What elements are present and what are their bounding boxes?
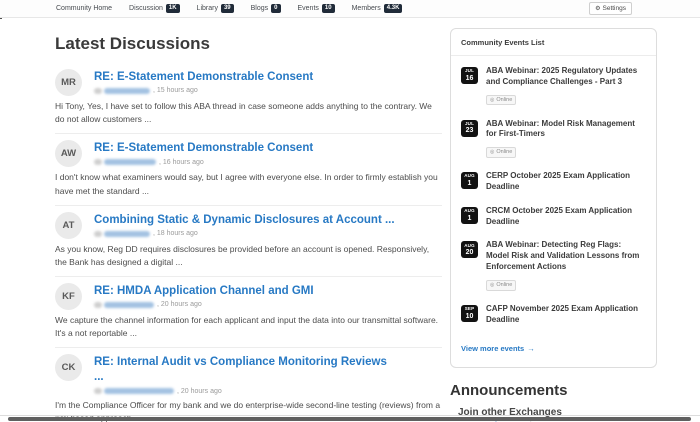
avatar[interactable]: KF bbox=[55, 283, 82, 310]
avatar[interactable]: AT bbox=[55, 212, 82, 239]
discussion-preview: I don't know what examiners would say, b… bbox=[55, 171, 442, 197]
count-badge: 4.3K bbox=[384, 4, 403, 13]
timestamp: , 20 hours ago bbox=[157, 301, 202, 308]
avatar[interactable]: CK bbox=[55, 354, 82, 381]
online-location-icon: ◎ bbox=[490, 98, 494, 103]
nav-item-discussion[interactable]: Discussion 1K bbox=[129, 4, 180, 13]
discussion-title-link[interactable]: Combining Static & Dynamic Disclosures a… bbox=[94, 213, 395, 227]
gear-icon: ⚙ bbox=[595, 6, 600, 12]
nav-label: Members bbox=[352, 5, 381, 12]
redacted-author-link[interactable] bbox=[104, 231, 150, 237]
redacted-author[interactable] bbox=[94, 159, 102, 165]
discussion-item: MR RE: E-Statement Demonstrable Consent … bbox=[55, 63, 442, 134]
community-events-card: Community Events List JUL 16 ABA Webinar… bbox=[450, 28, 657, 368]
redacted-author-link[interactable] bbox=[104, 302, 154, 308]
discussion-preview: As you know, Reg DD requires disclosures… bbox=[55, 243, 442, 269]
event-item: AUG 1 CRCM October 2025 Exam Application… bbox=[461, 206, 646, 228]
nav-label: Events bbox=[298, 5, 319, 12]
right-sidebar: Community Events List JUL 16 ABA Webinar… bbox=[450, 28, 657, 422]
calendar-date-icon: JUL 16 bbox=[461, 67, 478, 84]
online-badge: ◎ Online bbox=[486, 147, 516, 158]
calendar-date-icon: SEP 10 bbox=[461, 305, 478, 322]
calendar-date-icon: JUL 23 bbox=[461, 120, 478, 137]
redacted-author-link[interactable] bbox=[104, 388, 174, 394]
calendar-date-icon: AUG 1 bbox=[461, 172, 478, 189]
discussion-meta: , 16 hours ago bbox=[94, 159, 313, 166]
nav-label: Library bbox=[197, 5, 218, 12]
count-badge: 0 bbox=[271, 4, 280, 13]
latest-discussions-section: Latest Discussions MR RE: E-Statement De… bbox=[55, 28, 442, 422]
nav-item-events[interactable]: Events 10 bbox=[298, 4, 335, 13]
events-card-title: Community Events List bbox=[451, 29, 656, 56]
nav-item-community-home[interactable]: Community Home bbox=[56, 5, 112, 12]
event-title-link[interactable]: CRCM October 2025 Exam Application Deadl… bbox=[486, 206, 646, 228]
discussion-item: KF RE: HMDA Application Channel and GMI … bbox=[55, 277, 442, 348]
discussion-meta: , 20 hours ago bbox=[94, 388, 387, 395]
online-location-icon: ◎ bbox=[490, 283, 494, 288]
page-title: Latest Discussions bbox=[55, 34, 442, 54]
discussion-title-link[interactable]: RE: E-Statement Demonstrable Consent bbox=[94, 141, 313, 155]
avatar[interactable]: AW bbox=[55, 140, 82, 167]
event-item: SEP 10 CAFP November 2025 Exam Applicati… bbox=[461, 304, 646, 326]
event-item: AUG 20 ABA Webinar: Detecting Reg Flags:… bbox=[461, 240, 646, 290]
timestamp: , 15 hours ago bbox=[153, 87, 198, 94]
horizontal-scrollbar[interactable] bbox=[8, 417, 691, 422]
nav-menu: Community Home Discussion 1K Library 39 … bbox=[0, 4, 402, 13]
discussion-title-link[interactable]: RE: E-Statement Demonstrable Consent bbox=[94, 70, 313, 84]
timestamp: , 20 hours ago bbox=[177, 388, 222, 395]
discussion-title-link[interactable]: RE: Internal Audit vs Compliance Monitor… bbox=[94, 355, 387, 369]
redacted-author[interactable] bbox=[94, 88, 102, 94]
online-location-icon: ◎ bbox=[490, 150, 494, 155]
online-badge: ◎ Online bbox=[486, 95, 516, 106]
timestamp: , 18 hours ago bbox=[153, 230, 198, 237]
discussion-item: AW RE: E-Statement Demonstrable Consent … bbox=[55, 134, 442, 205]
redacted-author[interactable] bbox=[94, 388, 102, 394]
settings-button[interactable]: ⚙ Settings bbox=[589, 2, 632, 15]
nav-item-library[interactable]: Library 39 bbox=[197, 4, 234, 13]
redacted-author-link[interactable] bbox=[104, 159, 156, 165]
event-item: JUL 16 ABA Webinar: 2025 Regulatory Upda… bbox=[461, 66, 646, 106]
community-page: Community Home Discussion 1K Library 39 … bbox=[0, 0, 700, 422]
count-badge: 10 bbox=[322, 4, 335, 13]
count-badge: 39 bbox=[221, 4, 234, 13]
calendar-date-icon: AUG 20 bbox=[461, 241, 478, 258]
discussion-meta: , 15 hours ago bbox=[94, 87, 313, 94]
discussion-item: CK RE: Internal Audit vs Compliance Moni… bbox=[55, 348, 442, 422]
discussion-meta: , 18 hours ago bbox=[94, 230, 395, 237]
nav-label: Community Home bbox=[56, 5, 112, 12]
discussion-item: AT Combining Static & Dynamic Disclosure… bbox=[55, 206, 442, 277]
discussion-title-link[interactable]: RE: HMDA Application Channel and GMI bbox=[94, 284, 314, 298]
nav-label: Discussion bbox=[129, 5, 163, 12]
event-title-link[interactable]: CERP October 2025 Exam Application Deadl… bbox=[486, 171, 646, 193]
event-item: AUG 1 CERP October 2025 Exam Application… bbox=[461, 171, 646, 193]
settings-label: Settings bbox=[603, 5, 627, 12]
nav-item-blogs[interactable]: Blogs 0 bbox=[251, 4, 281, 13]
avatar[interactable]: MR bbox=[55, 69, 82, 96]
redacted-author[interactable] bbox=[94, 302, 102, 308]
discussion-title-ellipsis[interactable]: ... bbox=[94, 370, 387, 385]
timestamp: , 16 hours ago bbox=[159, 159, 204, 166]
scrollbar-track-line bbox=[0, 415, 700, 416]
redacted-author[interactable] bbox=[94, 231, 102, 237]
nav-item-members[interactable]: Members 4.3K bbox=[352, 4, 403, 13]
discussion-meta: , 20 hours ago bbox=[94, 301, 314, 308]
discussion-preview: We capture the channel information for e… bbox=[55, 314, 442, 340]
event-title-link[interactable]: ABA Webinar: 2025 Regulatory Updates and… bbox=[486, 66, 646, 88]
arrow-right-icon: → bbox=[527, 344, 535, 353]
event-item: JUL 23 ABA Webinar: Model Risk Managemen… bbox=[461, 119, 646, 159]
discussion-preview: Hi Tony, Yes, I have set to follow this … bbox=[55, 100, 442, 126]
online-badge: ◎ Online bbox=[486, 280, 516, 291]
view-more-events-link[interactable]: View more events → bbox=[461, 344, 535, 353]
top-navigation: Community Home Discussion 1K Library 39 … bbox=[0, 0, 700, 18]
event-title-link[interactable]: ABA Webinar: Model Risk Management for F… bbox=[486, 119, 646, 141]
announcements-title: Announcements bbox=[450, 382, 657, 399]
nav-label: Blogs bbox=[251, 5, 269, 12]
redacted-author-link[interactable] bbox=[104, 88, 150, 94]
count-badge: 1K bbox=[166, 4, 180, 13]
event-title-link[interactable]: CAFP November 2025 Exam Application Dead… bbox=[486, 304, 646, 326]
event-title-link[interactable]: ABA Webinar: Detecting Reg Flags: Model … bbox=[486, 240, 646, 272]
calendar-date-icon: AUG 1 bbox=[461, 207, 478, 224]
